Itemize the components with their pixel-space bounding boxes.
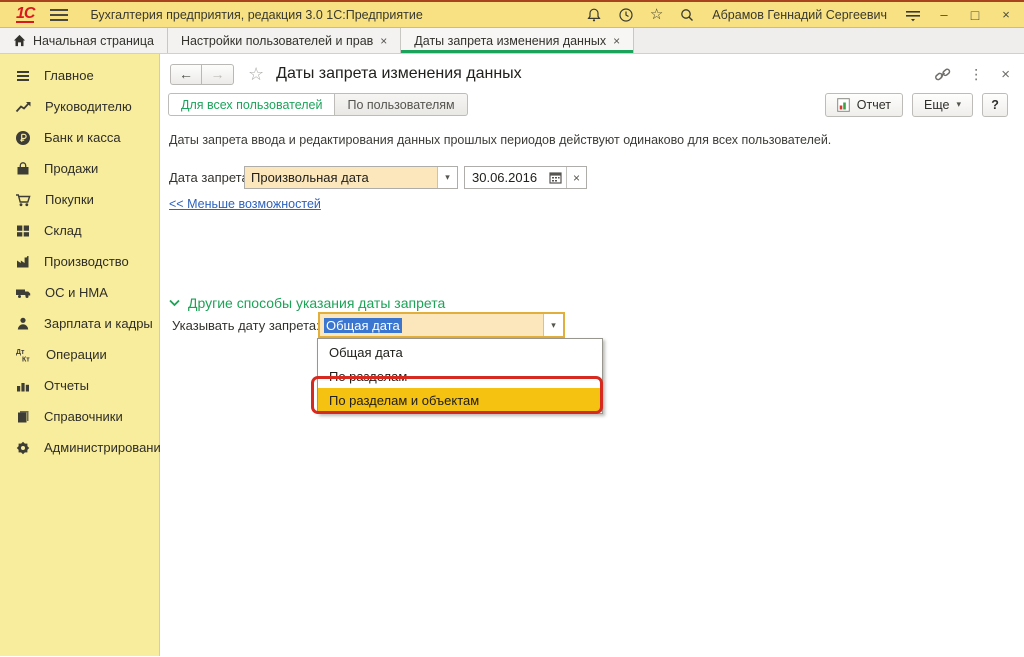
close-window-button[interactable]: × <box>998 7 1014 22</box>
tab-user-settings[interactable]: Настройки пользователей и прав × <box>168 28 401 53</box>
maximize-button[interactable]: □ <box>967 7 983 23</box>
nav-back-button[interactable]: ← <box>170 64 202 85</box>
calendar-icon[interactable] <box>544 171 566 184</box>
combo-arrow-icon[interactable]: ▾ <box>543 314 563 336</box>
sidebar-item-production[interactable]: Производство <box>0 246 159 277</box>
person-icon <box>15 316 31 332</box>
dropdown-option[interactable]: Общая дата <box>318 340 602 364</box>
ruble-icon <box>15 130 31 146</box>
search-icon[interactable] <box>678 6 695 23</box>
less-options-link[interactable]: << Меньше возможностей <box>169 197 321 211</box>
close-tab-icon[interactable]: × <box>613 34 620 48</box>
sidebar-item-operations[interactable]: ДтКт Операции <box>0 339 159 370</box>
toggle-by-users[interactable]: По пользователям <box>335 93 467 116</box>
page-title: Даты запрета изменения данных <box>276 65 522 83</box>
notifications-bell-icon[interactable] <box>586 6 603 23</box>
form-restriction-dates: ← → ☆ Даты запрета изменения данных ⋮ × … <box>160 54 1024 656</box>
specify-date-label: Указывать дату запрета: <box>172 318 320 333</box>
other-methods-section-header[interactable]: Другие способы указания даты запрета <box>169 295 445 311</box>
books-icon <box>15 409 31 425</box>
window-title: Бухгалтерия предприятия, редакция 3.0 1С… <box>90 8 422 22</box>
add-favorite-star-icon[interactable]: ☆ <box>248 65 264 83</box>
service-settings-icon[interactable] <box>904 6 921 23</box>
help-button[interactable]: ? <box>982 93 1008 117</box>
history-icon[interactable] <box>618 6 635 23</box>
sidebar-item-purchases[interactable]: Покупки <box>0 184 159 215</box>
home-icon <box>13 34 26 47</box>
main-menu-icon[interactable] <box>50 9 68 21</box>
restriction-date-row: Дата запрета: Произвольная дата ▾ 30.06.… <box>168 166 1024 190</box>
svg-text:Кт: Кт <box>22 356 30 363</box>
current-user[interactable]: Абрамов Геннадий Сергеевич <box>712 8 887 22</box>
sidebar-item-sales[interactable]: Продажи <box>0 153 159 184</box>
grid-icon <box>15 223 31 239</box>
window-titlebar: 1С Бухгалтерия предприятия, редакция 3.0… <box>0 2 1024 28</box>
favorites-star-icon[interactable]: ☆ <box>650 7 663 22</box>
specify-date-row: Указывать дату запрета: Общая дата ▾ <box>168 312 1024 340</box>
description-text: Даты запрета ввода и редактирования данн… <box>169 133 831 147</box>
trend-icon <box>15 99 32 115</box>
combo-arrow-icon[interactable]: ▾ <box>437 167 457 188</box>
sidebar-item-reports[interactable]: Отчеты <box>0 370 159 401</box>
more-button[interactable]: Еще ▾ <box>912 93 973 117</box>
tab-restriction-dates[interactable]: Даты запрета изменения данных × <box>401 28 634 53</box>
bag-icon <box>15 161 31 177</box>
sidebar-item-payroll-hr[interactable]: Зарплата и кадры <box>0 308 159 339</box>
sections-panel: Главное Руководителю Банк и касса Продаж… <box>0 54 160 656</box>
chevron-down-icon: ▾ <box>956 99 961 110</box>
sidebar-item-manager[interactable]: Руководителю <box>0 91 159 122</box>
chevron-down-icon <box>169 299 180 307</box>
specify-date-combobox[interactable]: Общая дата ▾ <box>318 312 565 338</box>
date-field-label: Дата запрета: <box>169 170 252 185</box>
dropdown-option[interactable]: По разделам <box>318 364 602 388</box>
selected-text: Общая дата <box>324 318 402 333</box>
toggle-all-users[interactable]: Для всех пользователей <box>168 93 335 116</box>
barchart-icon <box>15 378 31 394</box>
close-form-icon[interactable]: × <box>1001 66 1010 83</box>
truck-icon <box>15 285 32 301</box>
svg-text:Дт: Дт <box>16 349 25 356</box>
dropdown-option-highlighted[interactable]: По разделам и объектам <box>318 388 602 412</box>
factory-icon <box>15 254 31 270</box>
clear-date-icon[interactable]: × <box>566 167 586 188</box>
sidebar-item-administration[interactable]: Администрирование <box>0 432 159 463</box>
specify-date-dropdown-list: Общая дата По разделам По разделам и объ… <box>317 338 603 414</box>
form-header: ← → ☆ Даты запрета изменения данных ⋮ × <box>170 62 1010 86</box>
get-link-icon[interactable] <box>934 67 951 82</box>
sidebar-item-fixed-assets[interactable]: ОС и НМА <box>0 277 159 308</box>
date-input[interactable]: 30.06.2016 × <box>464 166 587 189</box>
nav-forward-button[interactable]: → <box>202 64 234 85</box>
form-toolbar: Для всех пользователей По пользователям … <box>168 92 1008 117</box>
tab-home[interactable]: Начальная страница <box>0 28 168 53</box>
report-button[interactable]: Отчет <box>825 93 903 117</box>
sidebar-item-bank-cash[interactable]: Банк и касса <box>0 122 159 153</box>
dtkt-icon: ДтКт <box>15 347 33 363</box>
open-tabs-bar: Начальная страница Настройки пользовател… <box>0 28 1024 54</box>
minimize-button[interactable]: – <box>936 7 952 22</box>
report-doc-icon <box>837 98 850 112</box>
kebab-menu-icon[interactable]: ⋮ <box>969 66 983 83</box>
sidebar-item-directories[interactable]: Справочники <box>0 401 159 432</box>
menu-icon <box>15 68 31 84</box>
1c-logo: 1С <box>16 6 34 23</box>
cart-icon <box>15 192 32 208</box>
sidebar-item-warehouse[interactable]: Склад <box>0 215 159 246</box>
sidebar-item-main[interactable]: Главное <box>0 60 159 91</box>
close-tab-icon[interactable]: × <box>380 34 387 48</box>
date-mode-combobox[interactable]: Произвольная дата ▾ <box>244 166 458 189</box>
gear-icon <box>15 440 31 456</box>
